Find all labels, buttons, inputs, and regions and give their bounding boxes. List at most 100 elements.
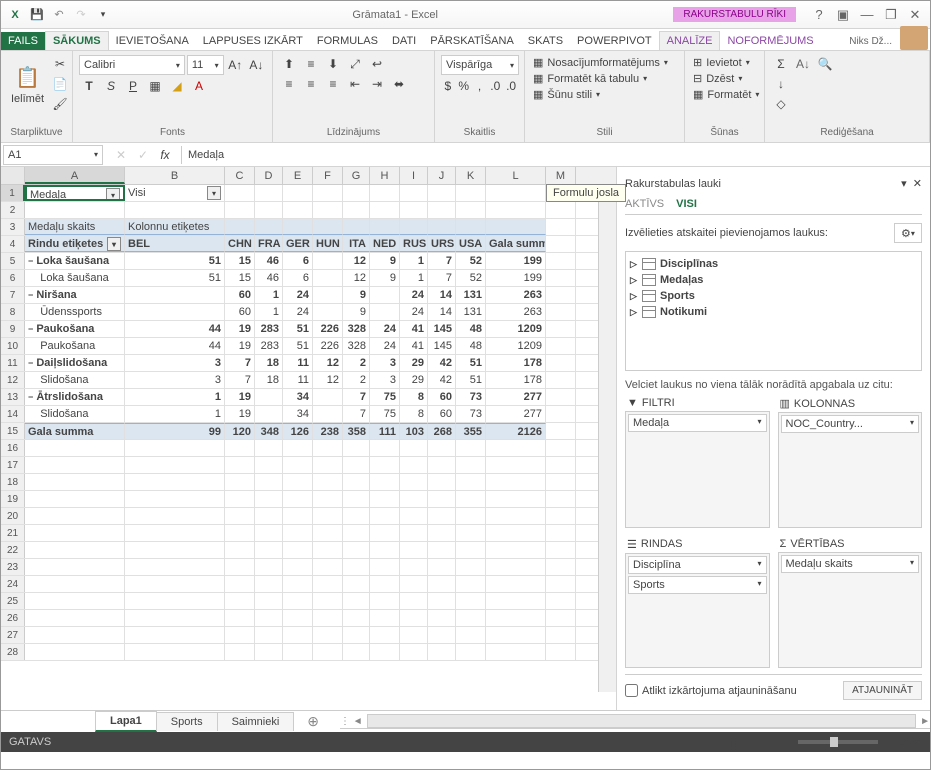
cell[interactable]: 14 [428, 287, 456, 303]
autosum-icon[interactable]: Σ [771, 55, 791, 73]
cell[interactable]: 60 [428, 406, 456, 422]
cell[interactable]: 42 [428, 372, 456, 388]
cell[interactable] [313, 406, 343, 422]
cell[interactable]: 12 [343, 270, 370, 286]
cell[interactable] [546, 338, 576, 354]
cell[interactable] [546, 253, 576, 269]
normal-view-icon[interactable]: ▦ [728, 736, 738, 749]
pane-tab-all[interactable]: VISI [676, 198, 697, 210]
cell[interactable] [400, 559, 428, 575]
update-button[interactable]: ATJAUNINĀT [843, 681, 922, 700]
cell[interactable] [428, 525, 456, 541]
cell[interactable] [313, 219, 343, 235]
cell[interactable] [370, 542, 400, 558]
cell[interactable]: RUS [400, 236, 428, 252]
page-break-icon[interactable]: ▭ [765, 736, 775, 749]
align-top-icon[interactable]: ⬆ [279, 55, 299, 73]
cell[interactable] [283, 457, 313, 473]
cell[interactable] [25, 202, 125, 218]
minimize-icon[interactable]: — [858, 6, 876, 24]
cell[interactable]: 51 [283, 321, 313, 337]
column-header[interactable]: B [125, 167, 225, 184]
cell[interactable] [343, 474, 370, 490]
cell[interactable]: 277 [486, 389, 546, 405]
cell[interactable] [313, 525, 343, 541]
cell[interactable]: 328 [343, 321, 370, 337]
tab-data[interactable]: DATI [385, 32, 423, 50]
column-header[interactable]: C [225, 167, 255, 184]
cell[interactable]: 8 [400, 406, 428, 422]
cell[interactable]: 34 [283, 406, 313, 422]
cell[interactable] [255, 406, 283, 422]
cell[interactable]: 226 [313, 338, 343, 354]
cell[interactable]: 60 [225, 287, 255, 303]
cell[interactable] [546, 525, 576, 541]
cell[interactable]: NED [370, 236, 400, 252]
cell[interactable] [370, 185, 400, 201]
cell[interactable]: 1209 [486, 321, 546, 337]
cell[interactable]: 263 [486, 304, 546, 320]
cell[interactable]: 24 [283, 304, 313, 320]
cell[interactable] [486, 576, 546, 592]
cell[interactable] [456, 508, 486, 524]
cell[interactable] [400, 202, 428, 218]
cell[interactable] [25, 491, 125, 507]
cell[interactable]: 263 [486, 287, 546, 303]
cell[interactable] [125, 542, 225, 558]
cell[interactable]: 7 [225, 355, 255, 371]
cell[interactable] [125, 644, 225, 660]
cell[interactable] [428, 202, 456, 218]
cell[interactable] [400, 219, 428, 235]
cancel-formula-icon[interactable]: ✕ [111, 146, 131, 164]
field-item[interactable]: ▷Notikumi [630, 304, 917, 320]
cell[interactable] [25, 559, 125, 575]
cell[interactable] [428, 474, 456, 490]
cell[interactable] [428, 644, 456, 660]
tab-review[interactable]: PĀRSKATĪŠANA [423, 32, 521, 50]
copy-icon[interactable]: 📄 [50, 75, 70, 93]
cell[interactable]: 51 [125, 253, 225, 269]
cell[interactable] [313, 627, 343, 643]
row-header[interactable]: 19 [1, 491, 25, 507]
currency-icon[interactable]: $ [441, 77, 455, 95]
cell[interactable]: Slidošana [25, 372, 125, 388]
cell[interactable] [255, 202, 283, 218]
row-header[interactable]: 13 [1, 389, 25, 405]
cell[interactable]: 51 [456, 355, 486, 371]
cell[interactable] [370, 576, 400, 592]
cell[interactable] [343, 627, 370, 643]
qat-more-icon[interactable]: ▾ [93, 5, 113, 25]
cell[interactable]: 283 [255, 321, 283, 337]
cell[interactable] [486, 627, 546, 643]
cell[interactable]: 120 [225, 423, 255, 439]
cell[interactable] [428, 457, 456, 473]
cell[interactable]: 11 [283, 372, 313, 388]
cell[interactable] [343, 525, 370, 541]
cell[interactable] [486, 185, 546, 201]
cell[interactable]: 24 [370, 338, 400, 354]
cell[interactable]: 46 [255, 270, 283, 286]
cell[interactable]: 358 [343, 423, 370, 439]
cell[interactable] [25, 644, 125, 660]
cell[interactable] [546, 559, 576, 575]
column-header[interactable]: E [283, 167, 313, 184]
cell[interactable] [456, 185, 486, 201]
select-all-corner[interactable] [1, 167, 25, 184]
column-header[interactable]: I [400, 167, 428, 184]
cell[interactable] [255, 593, 283, 609]
cell[interactable] [400, 474, 428, 490]
column-header[interactable]: H [370, 167, 400, 184]
cell[interactable] [456, 593, 486, 609]
cell[interactable] [25, 457, 125, 473]
cell[interactable]: − Daiļslidošana [25, 355, 125, 371]
cell[interactable] [255, 457, 283, 473]
fill-icon[interactable]: ↓ [771, 75, 791, 93]
cell[interactable]: − Ātrslidošana [25, 389, 125, 405]
cell[interactable] [400, 593, 428, 609]
cell[interactable] [546, 321, 576, 337]
cell[interactable]: URS [428, 236, 456, 252]
cell[interactable] [456, 542, 486, 558]
zoom-out-icon[interactable]: − [783, 736, 789, 748]
cell[interactable] [486, 219, 546, 235]
cell[interactable]: 145 [428, 338, 456, 354]
